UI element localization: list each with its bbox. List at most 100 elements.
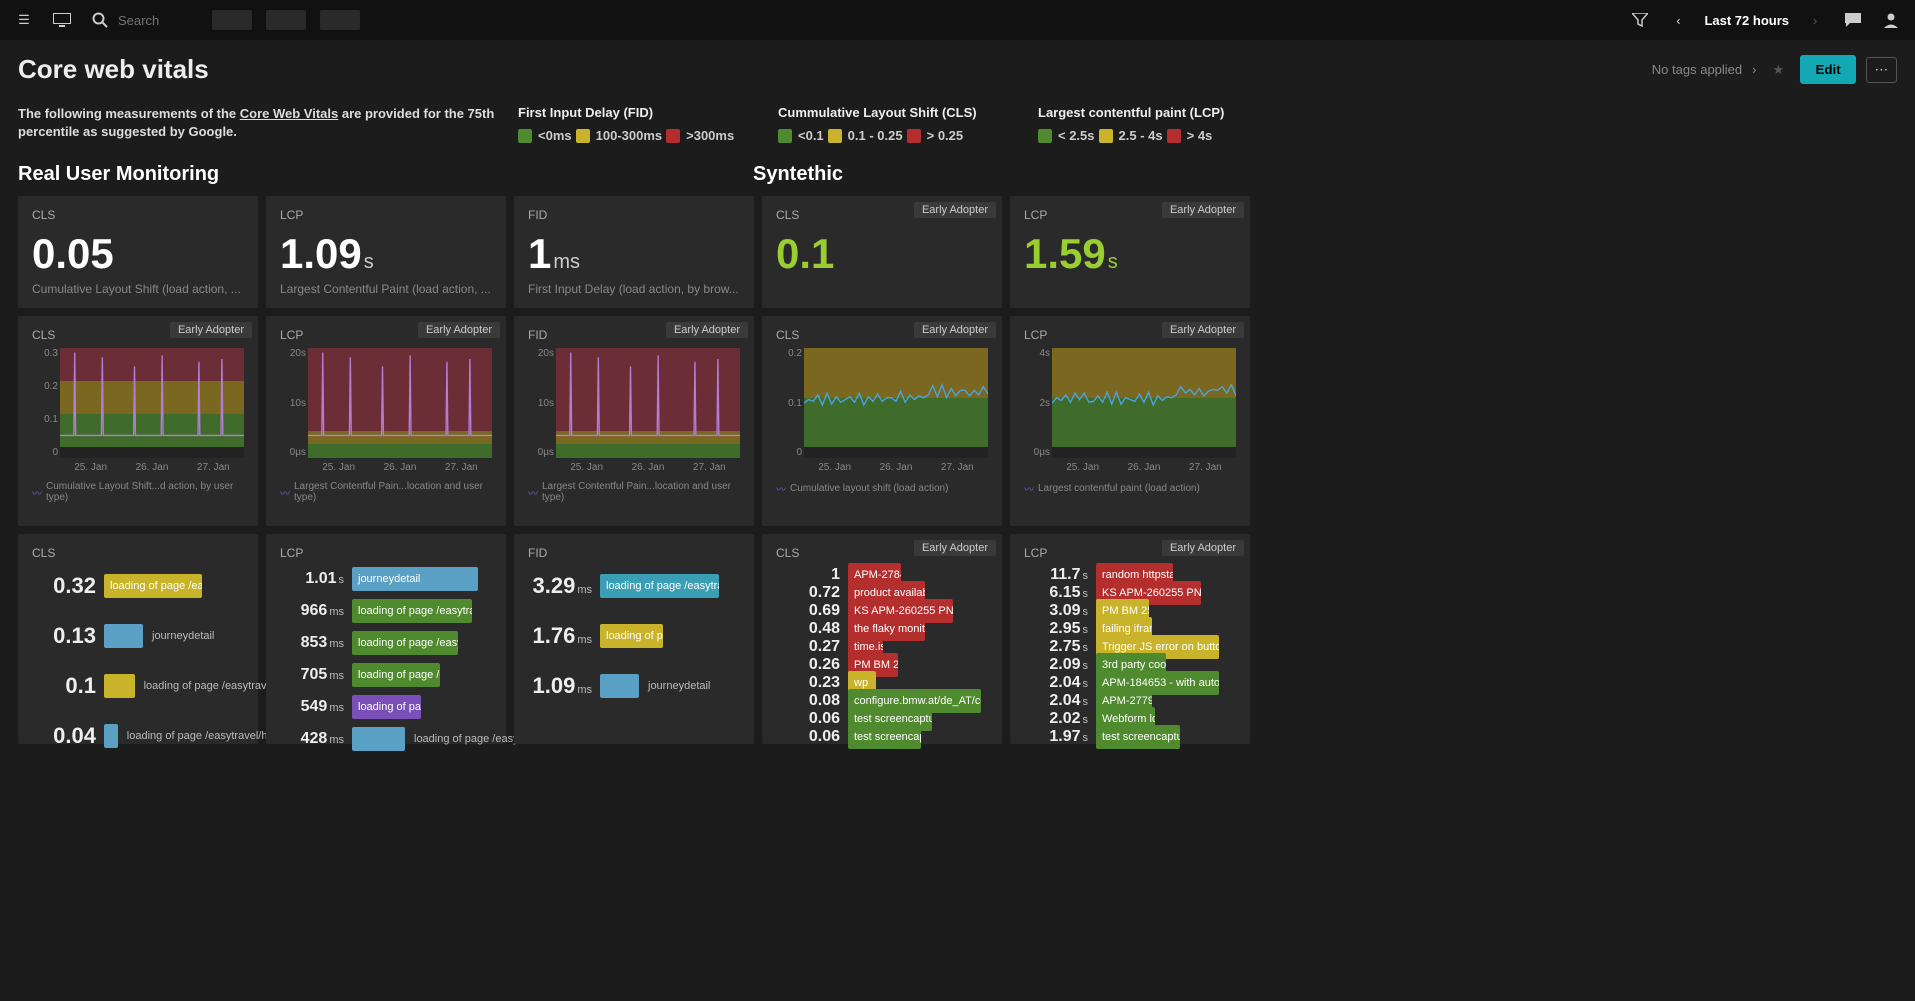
user-icon[interactable] — [1879, 8, 1903, 32]
bar-fill: loading of page /easytravel/... — [352, 631, 458, 655]
legend-fid: First Input Delay (FID) <0ms 100-300ms >… — [518, 105, 758, 143]
chevron-right-icon[interactable]: › — [1803, 8, 1827, 32]
bar-value: 1.01s — [280, 570, 344, 588]
kpi-tile[interactable]: CLS0.05Cumulative Layout Shift (load act… — [18, 196, 258, 308]
no-tags-label[interactable]: No tags applied — [1652, 62, 1742, 77]
tile-label: LCP — [280, 546, 492, 560]
filter-icon[interactable] — [1628, 8, 1652, 32]
filter-chip[interactable] — [212, 10, 252, 30]
early-adopter-badge: Early Adopter — [914, 322, 996, 338]
list-tile[interactable]: FID3.29msloading of page /easytravel...1… — [514, 534, 754, 744]
timeframe-picker[interactable]: Last 72 hours — [1704, 13, 1789, 28]
chat-icon[interactable] — [1841, 8, 1865, 32]
bar-value: 549ms — [280, 698, 344, 716]
bar-value: 0.32 — [32, 573, 96, 599]
list-row: CLS 0.32loading of page /easytravel/co...… — [0, 534, 1915, 752]
tile-label: CLS — [32, 546, 244, 560]
bar-value: 0.26 — [776, 656, 840, 674]
edit-button[interactable]: Edit — [1800, 55, 1855, 84]
bar-value: 0.06 — [776, 728, 840, 746]
early-adopter-badge: Early Adopter — [666, 322, 748, 338]
menu-icon[interactable]: ☰ — [12, 8, 36, 32]
core-web-vitals-link[interactable]: Core Web Vitals — [240, 106, 339, 121]
kpi-unit: ms — [553, 251, 580, 274]
kpi-unit: s — [364, 251, 374, 274]
kpi-tile[interactable]: FID1msFirst Input Delay (load action, by… — [514, 196, 754, 308]
bar-value: 1.97s — [1024, 728, 1088, 746]
chevron-right-icon[interactable]: › — [1752, 62, 1756, 77]
early-adopter-badge: Early Adopter — [1162, 202, 1244, 218]
kpi-tile[interactable]: Early AdopterCLS0.1 — [762, 196, 1002, 308]
list-item[interactable]: 0.04loading of page /easytravel/h... — [32, 716, 244, 756]
chart-tile[interactable]: Early AdopterLCP20s10s0μs25. Jan26. Jan2… — [266, 316, 506, 526]
list-item[interactable]: 1.76msloading of page /easytravel... — [528, 616, 740, 656]
swatch-red — [666, 129, 680, 143]
list-item[interactable]: 428msloading of page /easytravel/... — [280, 726, 492, 752]
list-item[interactable]: 1.97stest screencapture (1) — [1024, 728, 1236, 745]
early-adopter-badge: Early Adopter — [914, 202, 996, 218]
section-synthetic: Syntethic — [753, 163, 1897, 186]
chart-tile[interactable]: Early AdopterFID20s10s0μs25. Jan26. Jan2… — [514, 316, 754, 526]
kpi-tile[interactable]: LCP1.09sLargest Contentful Paint (load a… — [266, 196, 506, 308]
list-item[interactable]: 549ms loading of page /easytravel/... — [280, 694, 492, 720]
list-item[interactable]: 853msloading of page /easytravel/... — [280, 630, 492, 656]
list-item[interactable]: 1.09msjourneydetail — [528, 666, 740, 706]
bar-fill: loading of page /easytravel/... — [352, 695, 421, 719]
list-item[interactable]: 705msloading of page /easytravel/... — [280, 662, 492, 688]
list-item[interactable]: 0.06test screencapture — [776, 728, 988, 745]
bar-value: 0.04 — [32, 723, 96, 749]
bar-value: 0.13 — [32, 623, 96, 649]
chart-caption: 〰Largest Contentful Pain...location and … — [528, 481, 740, 503]
bar-value: 6.15s — [1024, 584, 1088, 602]
list-item[interactable]: 0.1loading of page /easytravel/se... — [32, 666, 244, 706]
list-item[interactable]: 966ms loading of page /easytravel/... — [280, 598, 492, 624]
kpi-value: 1.59 — [1024, 230, 1106, 278]
kpi-row: CLS0.05Cumulative Layout Shift (load act… — [0, 196, 1915, 316]
bar-fill: loading of page /easytravel/... — [352, 599, 472, 623]
search-icon[interactable] — [88, 8, 112, 32]
bar-value: 1.09ms — [528, 673, 592, 699]
info-row: The following measurements of the Core W… — [0, 105, 1915, 157]
list-tile[interactable]: CLS 0.32loading of page /easytravel/co...… — [18, 534, 258, 744]
chart-tile[interactable]: Early AdopterCLS0.20.1025. Jan26. Jan27.… — [762, 316, 1002, 526]
kpi-value: 0.1 — [776, 230, 834, 278]
early-adopter-badge: Early Adopter — [914, 540, 996, 556]
search-input[interactable] — [118, 13, 198, 28]
mini-chart: 4s2s0μs — [1052, 348, 1236, 458]
bar-fill — [104, 624, 143, 648]
filter-chip[interactable] — [320, 10, 360, 30]
mini-chart: 20s10s0μs — [308, 348, 492, 458]
bar-fill: test screencapture — [848, 725, 921, 749]
list-item[interactable]: 0.32loading of page /easytravel/co... — [32, 566, 244, 606]
kpi-unit: s — [1108, 251, 1118, 274]
list-tile[interactable]: Early AdopterCLS1APM-2784260.72product a… — [762, 534, 1002, 744]
intro-text: The following measurements of the Core W… — [18, 105, 498, 141]
list-item[interactable]: 3.29msloading of page /easytravel... — [528, 566, 740, 606]
legend-cls: Cummulative Layout Shift (CLS) <0.1 0.1 … — [778, 105, 1018, 143]
page-header: Core web vitals No tags applied › ★ Edit… — [0, 40, 1915, 105]
more-button[interactable]: ⋯ — [1866, 57, 1897, 83]
chart-tile[interactable]: Early AdopterLCP4s2s0μs25. Jan26. Jan27.… — [1010, 316, 1250, 526]
swatch-green — [518, 129, 532, 143]
chart-tile[interactable]: Early AdopterCLS0.30.20.1025. Jan26. Jan… — [18, 316, 258, 526]
swatch-yellow — [576, 129, 590, 143]
bar-value: 966ms — [280, 602, 344, 620]
list-tile[interactable]: LCP 1.01sjourneydetail 966ms loading of pag… — [266, 534, 506, 744]
tile-label: CLS — [32, 208, 244, 222]
bar-fill: loading of page /easytravel... — [600, 624, 663, 648]
bar-value: 428ms — [280, 730, 344, 748]
page-title: Core web vitals — [18, 54, 209, 85]
filter-chip[interactable] — [266, 10, 306, 30]
early-adopter-badge: Early Adopter — [1162, 322, 1244, 338]
bar-value: 3.29ms — [528, 573, 592, 599]
kpi-tile[interactable]: Early AdopterLCP1.59s — [1010, 196, 1250, 308]
bar-value: 2.04s — [1024, 692, 1088, 710]
monitor-icon[interactable] — [50, 8, 74, 32]
list-item[interactable]: 1.01sjourneydetail — [280, 566, 492, 592]
list-item[interactable]: 0.13journeydetail — [32, 616, 244, 656]
star-icon[interactable]: ★ — [1766, 58, 1790, 82]
bar-value: 0.06 — [776, 710, 840, 728]
list-tile[interactable]: Early AdopterLCP11.7srandom httpstat.us6… — [1010, 534, 1250, 744]
chevron-left-icon[interactable]: ‹ — [1666, 8, 1690, 32]
mini-chart: 0.30.20.10 — [60, 348, 244, 458]
